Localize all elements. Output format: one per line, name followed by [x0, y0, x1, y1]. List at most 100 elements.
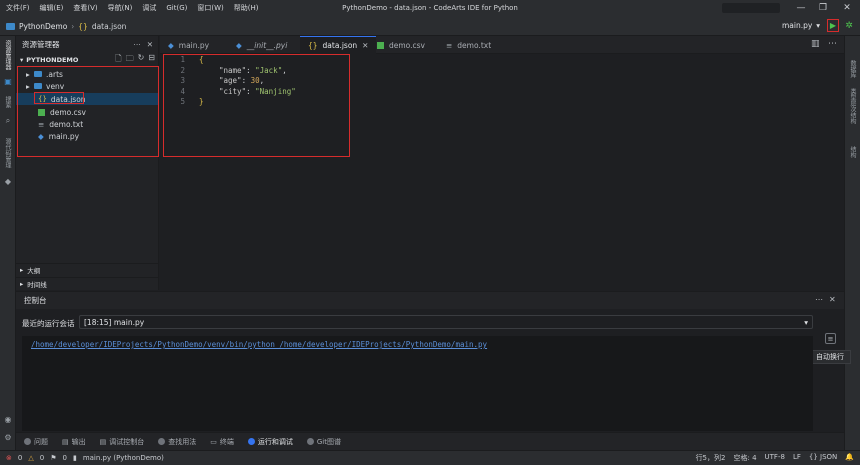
run-config-select[interactable]: main.py ▾: [779, 19, 823, 32]
console-header: 控制台: [16, 291, 844, 309]
tab-demo-txt[interactable]: ≡ demo.txt: [438, 36, 499, 54]
play-icon: ▶: [829, 21, 837, 30]
info-count[interactable]: 0: [62, 454, 66, 462]
chevron-right-icon: ▸: [20, 266, 24, 274]
close-panel-icon[interactable]: ✕: [829, 295, 836, 304]
run-status[interactable]: main.py (PythonDemo): [83, 454, 164, 462]
more-actions-icon[interactable]: ⋯: [815, 295, 823, 304]
tab-output[interactable]: ▤ 输出: [62, 437, 86, 447]
activity-scm[interactable]: 源代码管理: [3, 138, 12, 168]
close-window-button[interactable]: ✕: [836, 0, 858, 16]
tab-data-json[interactable]: {} data.json ✕: [300, 36, 377, 54]
menu-help[interactable]: 帮助(H): [234, 3, 259, 13]
tab-find-usages[interactable]: 查找用法: [158, 437, 196, 447]
menu-edit[interactable]: 编辑(E): [40, 3, 64, 13]
terminal-icon: ▭: [210, 437, 217, 446]
tab-git-graph[interactable]: Git图谱: [306, 437, 341, 447]
right-tool-structure[interactable]: 结构: [848, 146, 857, 158]
tab-problems[interactable]: 问题: [24, 437, 48, 447]
global-search-box[interactable]: [722, 3, 780, 13]
run-button[interactable]: ▶: [827, 19, 839, 32]
menu-window[interactable]: 窗口(W): [197, 3, 223, 13]
tab-label: demo.csv: [389, 40, 425, 50]
indentation[interactable]: 空格: 4: [733, 453, 756, 463]
tab-init-pyi[interactable]: ◆ __init__.pyi: [228, 36, 295, 54]
console-command-link[interactable]: /home/developer/IDEProjects/PythonDemo/v…: [31, 340, 487, 349]
account-icon[interactable]: ◉: [3, 414, 13, 424]
activity-search[interactable]: 搜索: [3, 96, 12, 108]
tab-label: data.json: [322, 41, 358, 50]
tab-run-debug[interactable]: 运行和调试: [247, 437, 293, 447]
split-editor-icon[interactable]: ▥: [811, 39, 820, 49]
breadcrumb-project[interactable]: PythonDemo: [19, 22, 67, 31]
new-file-icon[interactable]: 🗋: [115, 53, 121, 67]
error-icon[interactable]: ⊗: [6, 454, 12, 462]
more-actions-icon[interactable]: ⋯: [828, 39, 837, 49]
cursor-position[interactable]: 行5，列2: [696, 453, 726, 463]
minimize-button[interactable]: —: [790, 0, 812, 16]
problems-icon: [24, 438, 31, 445]
word-wrap-icon[interactable]: ≡: [825, 333, 836, 344]
python-icon: ◆: [236, 40, 242, 50]
more-actions-icon[interactable]: ⋯: [133, 40, 141, 49]
project-root-row[interactable]: ▾ PYTHONDEMO 🗋 🗀 ↻ ⊟: [16, 53, 159, 67]
tab-debug-console[interactable]: ▤ 调试控制台: [100, 437, 145, 447]
warning-count[interactable]: 0: [40, 454, 44, 462]
explorer-title: 资源管理器: [22, 39, 60, 49]
refresh-icon[interactable]: ↻: [138, 53, 145, 67]
line-ending[interactable]: LF: [793, 453, 801, 463]
language-mode[interactable]: {} JSON: [809, 453, 837, 463]
new-folder-icon[interactable]: 🗀: [126, 53, 134, 67]
encoding[interactable]: UTF-8: [765, 453, 785, 463]
menu-file[interactable]: 文件(F): [6, 3, 30, 13]
menu-navigate[interactable]: 导航(N): [108, 3, 133, 13]
menu-git[interactable]: Git(G): [166, 4, 187, 12]
session-select[interactable]: [18:15] main.py ▾: [79, 315, 813, 329]
project-root-label: PYTHONDEMO: [26, 56, 79, 64]
console-output[interactable]: [22, 336, 813, 431]
info-icon[interactable]: ⚑: [50, 454, 56, 462]
close-tab-icon[interactable]: ✕: [362, 41, 368, 50]
files-icon[interactable]: ▣: [3, 76, 13, 86]
menu-debug[interactable]: 调试: [142, 3, 156, 13]
extensions-icon[interactable]: ◆: [3, 176, 13, 186]
chevron-down-icon: ▾: [804, 317, 808, 327]
search-icon[interactable]: ⌕: [3, 116, 13, 126]
output-icon: ▤: [62, 437, 69, 446]
tab-demo-csv[interactable]: demo.csv: [369, 36, 433, 54]
txt-icon: ≡: [446, 40, 453, 50]
console-side-toolbar: [813, 310, 844, 431]
session-value: [18:15] main.py: [84, 317, 145, 327]
json-icon: {}: [808, 453, 821, 461]
timeline-section[interactable]: ▸ 时间线: [16, 277, 159, 290]
maximize-button[interactable]: ❐: [812, 0, 834, 16]
tab-terminal[interactable]: ▭ 终端: [210, 437, 234, 447]
right-tool-hierarchy[interactable]: 类型层次结构: [848, 88, 857, 124]
console-title: 控制台: [24, 296, 47, 305]
debug-console-icon: ▤: [99, 437, 107, 446]
highlight-box-data-json: [34, 92, 84, 104]
outline-label: 大纲: [27, 267, 41, 275]
breadcrumb-file[interactable]: data.json: [92, 22, 127, 31]
tab-main-py[interactable]: ◆ main.py: [160, 36, 217, 54]
toolbar: [0, 16, 860, 36]
notifications-icon[interactable]: 🔔: [845, 453, 854, 463]
outline-section[interactable]: ▸ 大纲: [16, 263, 159, 276]
close-panel-icon[interactable]: ✕: [147, 40, 153, 49]
tab-label: main.py: [178, 40, 210, 50]
debug-button[interactable]: ✲: [843, 19, 855, 32]
right-tool-database[interactable]: 数据库: [848, 60, 857, 78]
project-folder-icon: [6, 22, 15, 30]
tab-label: __init__.pyi: [246, 40, 288, 50]
python-icon: ◆: [168, 40, 174, 50]
run-debug-icon: [247, 438, 255, 445]
error-count[interactable]: 0: [18, 454, 22, 462]
warning-icon[interactable]: △: [28, 454, 33, 462]
chevron-down-icon: ▾: [20, 56, 24, 64]
breadcrumb: PythonDemo › {} data.json: [6, 16, 126, 36]
collapse-all-icon[interactable]: ⊟: [148, 53, 155, 67]
settings-gear-icon[interactable]: ⚙: [3, 432, 13, 442]
activity-explorer[interactable]: 资源管理器: [3, 40, 12, 70]
tab-label: demo.txt: [457, 40, 492, 50]
menu-view[interactable]: 查看(V): [73, 3, 97, 13]
